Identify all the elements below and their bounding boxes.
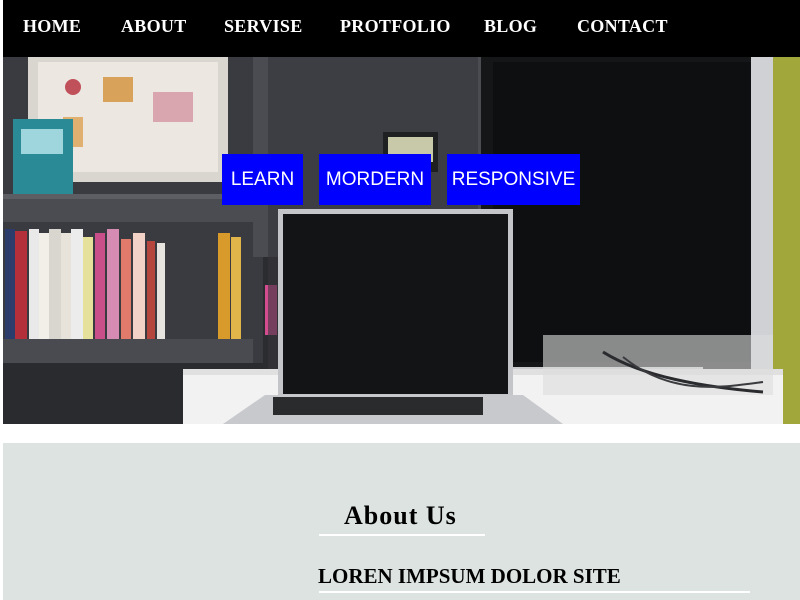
nav-item-protfolio[interactable]: PROTFOLIO bbox=[340, 16, 451, 37]
about-section: About Us LOREN IMPSUM DOLOR SITE bbox=[3, 443, 800, 600]
nav-item-blog[interactable]: BLOG bbox=[484, 16, 537, 37]
learn-button[interactable]: LEARN bbox=[222, 154, 303, 205]
nav-item-servise[interactable]: SERVISE bbox=[224, 16, 303, 37]
mordern-button[interactable]: MORDERN bbox=[319, 154, 431, 205]
nav-item-about[interactable]: ABOUT bbox=[121, 16, 187, 37]
hero-banner: LEARN MORDERN RESPONSIVE bbox=[3, 57, 800, 424]
nav-item-home[interactable]: HOME bbox=[23, 16, 81, 37]
about-subheading-underline bbox=[319, 591, 750, 593]
about-subheading: LOREN IMPSUM DOLOR SITE bbox=[318, 564, 621, 588]
about-heading-underline bbox=[319, 534, 485, 536]
nav-item-contact[interactable]: CONTACT bbox=[577, 16, 668, 37]
about-heading: About Us bbox=[344, 501, 457, 530]
hero-background-image bbox=[3, 57, 800, 424]
responsive-button[interactable]: RESPONSIVE bbox=[447, 154, 580, 205]
top-navigation-bar: HOME ABOUT SERVISE PROTFOLIO BLOG CONTAC… bbox=[3, 0, 800, 57]
